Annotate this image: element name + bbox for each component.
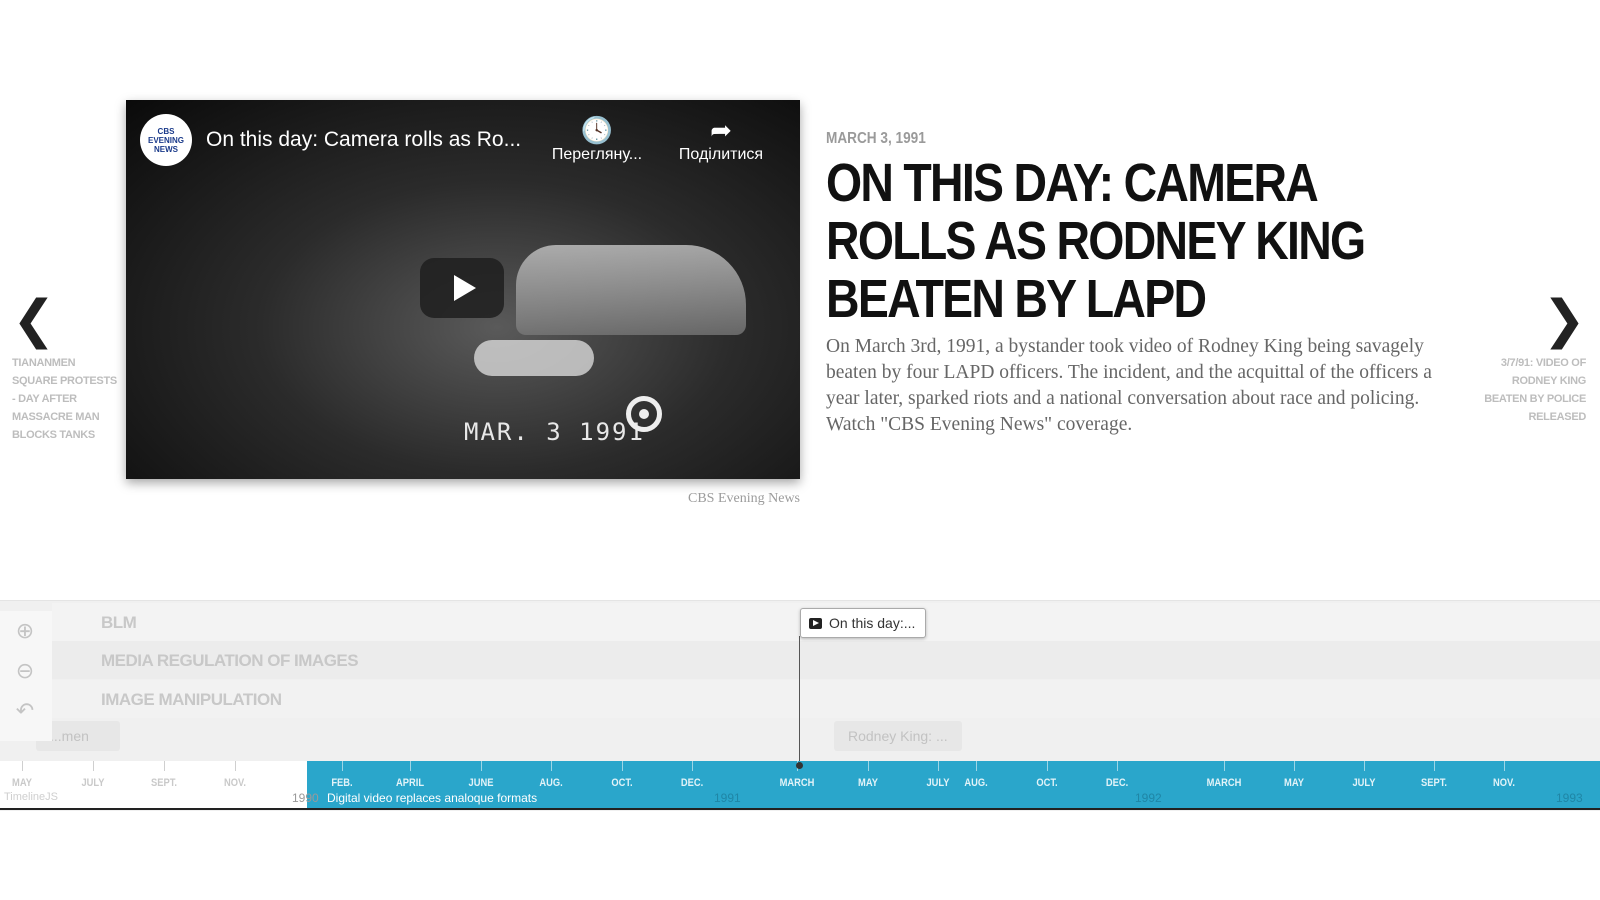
tick-mark [1364,761,1365,771]
tick-mark [868,761,869,771]
group-label: IMAGE MANIPULATION [101,690,282,709]
year-label: 1992 [1135,791,1162,805]
zoom-out-icon[interactable]: ⊖ [10,657,40,687]
year-label: 1990 [292,791,319,805]
tick-label: DEC. [1105,777,1129,789]
media-credit: CBS Evening News [688,491,800,506]
tick-label: MARCH [1206,777,1242,789]
tick-mark [1224,761,1225,771]
tick-mark [1504,761,1505,771]
tick-label: JUNE [468,777,494,789]
tick-mark [342,761,343,771]
tick-mark [235,761,236,771]
tick-label: MAY [12,777,32,789]
marker-line [799,636,800,764]
timeline-marker-active[interactable]: On this day:... [800,608,926,638]
back-icon[interactable]: ↶ [10,697,40,727]
play-button[interactable] [420,258,504,318]
tick-mark [551,761,552,771]
tick-mark [481,761,482,771]
year-label: 1991 [714,791,741,805]
group-label: MEDIA REGULATION OF IMAGES [101,651,359,670]
tick-label: MAY [858,777,878,789]
tick-mark [976,761,977,771]
clock-icon: 🕓 [580,115,614,145]
channel-logo[interactable]: CBS EVENING NEWS [140,114,192,166]
tick-mark [622,761,623,771]
watch-later-button[interactable]: 🕓 Перегляну... [542,114,652,164]
tick-label: SEPT. [150,777,177,789]
tick-label: DEC. [680,777,704,789]
nav-previous-title[interactable]: Tiananmen Square Protests - Day After Ma… [12,354,122,444]
tick-label: FEB. [331,777,353,789]
share-label: Поділитися [678,146,764,163]
share-button[interactable]: ➦ Поділитися [666,114,776,164]
tick-mark [1117,761,1118,771]
video-player[interactable]: CBS EVENING NEWS On this day: Camera rol… [126,100,800,479]
zoom-in-icon[interactable]: ⊕ [10,617,40,647]
video-scene-person [474,340,594,376]
zoom-controls: ⊕ ⊖ ↶ [0,611,52,741]
slide-body: On March 3rd, 1991, a bystander took vid… [826,336,1432,435]
nav-previous[interactable]: ❮ Tiananmen Square Protests - Day After … [12,294,122,444]
tick-mark [1047,761,1048,771]
tick-mark [1434,761,1435,771]
timelinejs-brand: TimelineJS [4,791,58,803]
tick-label: JULY [81,777,105,789]
video-title[interactable]: On this day: Camera rolls as Ro... [206,128,521,152]
current-position-dot [796,762,803,769]
nav-next[interactable]: ❯ 3/7/91: Video of Rodney King Beaten By… [1476,294,1586,426]
video-date-stamp: MAR. 3 1991 [464,418,645,446]
tick-mark [938,761,939,771]
chevron-right-icon[interactable]: ❯ [1476,294,1586,346]
slide-date: MARCH 3, 1991 [826,130,926,147]
tick-mark [93,761,94,771]
tick-label: AUG. [539,777,563,789]
tick-label: AUG. [964,777,988,789]
nav-next-title[interactable]: 3/7/91: Video of Rodney King Beaten By P… [1476,354,1586,426]
play-icon [454,275,476,301]
video-marker-icon [809,617,822,629]
share-icon: ➦ [710,115,732,145]
tick-label: OCT. [611,777,633,789]
timeline-group-media-regulation: MEDIA REGULATION OF IMAGES [52,641,1600,679]
year-label: 1993 [1556,791,1583,805]
cbs-eye-icon [626,396,662,432]
tick-mark [164,761,165,771]
timeline-page: ❮ Tiananmen Square Protests - Day After … [0,0,1600,900]
tick-label: OCT. [1036,777,1058,789]
tick-label: JULY [1352,777,1376,789]
active-marker-label: On this day:... [829,615,916,631]
tick-label: MAY [1284,777,1304,789]
tick-mark [410,761,411,771]
video-scene-car [516,245,746,335]
slide-headline: ON THIS DAY: CAMERA ROLLS AS RODNEY KING… [826,153,1366,329]
tick-label: NOV. [1492,777,1515,789]
bottom-border [0,808,1600,810]
era-label: Digital video replaces analoque formats [327,791,538,805]
group-label: BLM [101,613,137,632]
tick-mark [22,761,23,771]
timeline-marker[interactable]: Rodney King: ... [834,721,962,751]
timeline-group-image-manipulation: IMAGE MANIPULATION [52,680,1600,718]
tick-label: MARCH [779,777,815,789]
watch-later-label: Перегляну... [551,146,643,163]
chevron-left-icon[interactable]: ❮ [12,294,122,346]
tick-mark [1294,761,1295,771]
tick-label: NOV. [223,777,246,789]
tick-mark [692,761,693,771]
tick-label: APRIL [395,777,425,789]
timeline-nav[interactable]: BLM MEDIA REGULATION OF IMAGES IMAGE MAN… [0,600,1600,811]
tick-label: SEPT. [1420,777,1447,789]
